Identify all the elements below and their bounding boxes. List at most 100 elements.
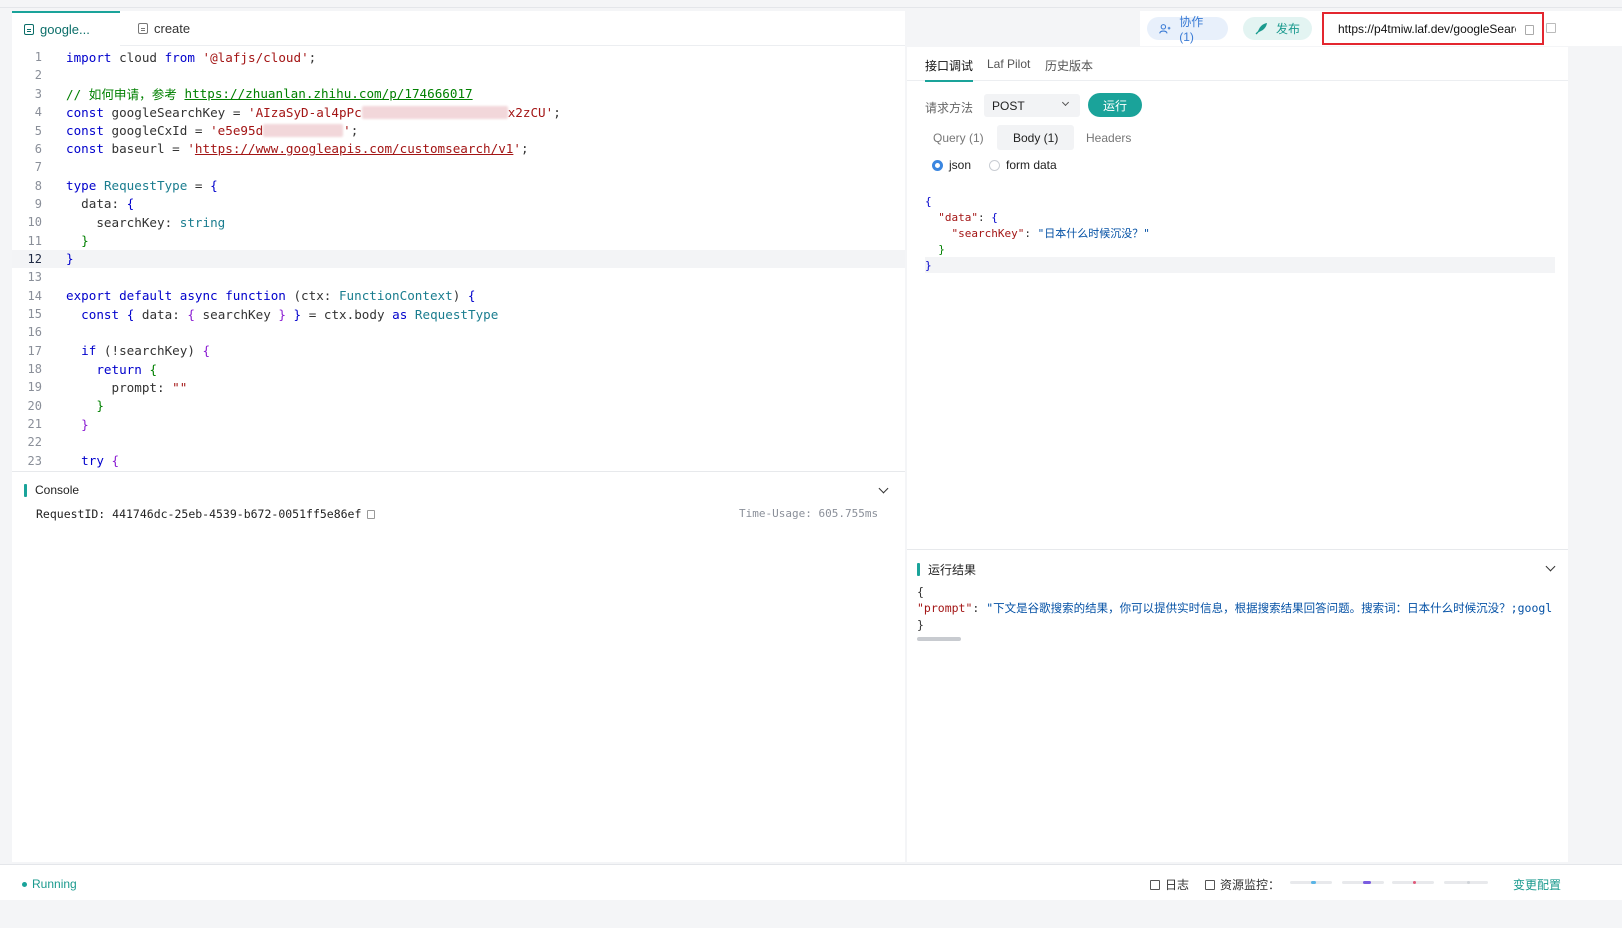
copy-icon[interactable] <box>1525 25 1534 35</box>
code-token: '@lafjs/cloud' <box>202 49 309 65</box>
meter-fill <box>1413 881 1416 884</box>
log-icon <box>1150 879 1160 890</box>
code-token: 'AIzaSyD-al4pPc <box>247 104 362 120</box>
code-token: string <box>179 214 226 230</box>
code-line: 17 if (!searchKey) { <box>12 342 905 360</box>
accent-bar <box>24 483 27 497</box>
code-line: 20 } <box>12 397 905 415</box>
run-result-panel: 运行结果 { "prompt": "下文是谷歌搜索的结果，你可以提供实时信息，根… <box>907 549 1568 862</box>
publish-button[interactable]: 发布 <box>1243 17 1312 40</box>
line-number: 16 <box>27 325 42 340</box>
code-token: // 如何申请，参考 <box>66 87 185 103</box>
code-token: ' <box>343 123 351 139</box>
copy-icon[interactable] <box>367 509 376 519</box>
line-number: 6 <box>34 141 42 156</box>
code-token: type <box>66 178 97 194</box>
code-token: export default async function <box>66 288 286 304</box>
code-token: { <box>149 361 158 377</box>
code-line: 4 const googleSearchKey = 'AIzaSyD-al4pPc… <box>12 103 905 121</box>
chevron-down-icon[interactable] <box>878 483 889 494</box>
status-dot <box>22 881 27 887</box>
code-line: 2 <box>12 66 905 84</box>
tab-google-search[interactable]: google... <box>12 11 120 46</box>
code-token: https://zhuanlan.zhihu.com/p/174666017 <box>184 86 473 102</box>
code-token: ' <box>187 141 195 157</box>
json-value: "日本什么时候沉没？" <box>1037 227 1150 240</box>
meter-fill <box>1467 881 1470 884</box>
code-line: 9 data: { <box>12 195 905 213</box>
code-editor[interactable]: 1 import cloud from '@lafjs/cloud'; 2 3// 如… <box>12 47 905 469</box>
code-token: data: <box>134 306 188 322</box>
monitor-icon <box>1205 879 1215 890</box>
json-key: "prompt" <box>917 601 973 615</box>
change-config-button[interactable]: 变更配置 <box>1513 876 1561 893</box>
body-type-form-data[interactable]: form data <box>989 158 1057 172</box>
tab-history[interactable]: 历史版本 <box>1045 57 1093 74</box>
code-token: 'e5e95d <box>210 123 264 139</box>
monitor-label: 资源监控： <box>1220 878 1281 892</box>
collaborate-button[interactable]: 协作 (1) <box>1147 15 1228 44</box>
code-line: 22 <box>12 433 905 451</box>
line-number: 18 <box>27 362 42 377</box>
code-token: (!searchKey) <box>96 343 203 359</box>
code-token: RequestType <box>414 306 499 322</box>
tab-create[interactable]: create <box>126 11 202 46</box>
method-value: POST <box>992 98 1025 113</box>
line-number: 10 <box>27 215 42 230</box>
edit-icon[interactable] <box>1546 23 1556 33</box>
line-number: 14 <box>27 288 42 303</box>
code-line: 11 } <box>12 232 905 250</box>
tab-laf-pilot[interactable]: Laf Pilot <box>987 57 1030 71</box>
editor-panel: google... create 1 import cloud from '@la… <box>12 11 905 862</box>
function-url[interactable]: https://p4tmiw.laf.dev/googleSearch <box>1322 12 1544 45</box>
method-select[interactable]: POST <box>984 94 1080 117</box>
tab-label: google... <box>40 22 90 37</box>
debug-tabs: 接口调试 Laf Pilot 历史版本 <box>907 47 1568 82</box>
body-type-json[interactable]: json <box>932 158 971 172</box>
code-token: googleSearchKey = <box>103 104 248 120</box>
line-number: 11 <box>27 233 42 248</box>
tab-api-debug[interactable]: 接口调试 <box>925 57 974 82</box>
header-actions: 协作 (1) 发布 https://p4tmiw.laf.dev/googleS… <box>1140 11 1622 46</box>
result-title: 运行结果 <box>917 561 976 578</box>
code-line: 7 <box>12 158 905 176</box>
line-number: 17 <box>27 343 42 358</box>
code-token: { <box>126 196 135 212</box>
json-key: "searchKey" <box>951 226 1025 240</box>
run-button[interactable]: 运行 <box>1088 93 1142 117</box>
code-token: prompt: <box>66 379 173 395</box>
chevron-down-icon[interactable] <box>1545 561 1556 572</box>
code-token: try <box>81 453 104 469</box>
function-url-text: https://p4tmiw.laf.dev/googleSearch <box>1338 21 1516 36</box>
line-number: 13 <box>27 270 42 285</box>
line-number: 15 <box>27 307 42 322</box>
line-number: 23 <box>27 453 42 468</box>
radio-unchecked[interactable] <box>989 159 1000 171</box>
code-token: ; <box>308 49 317 65</box>
accent-bar <box>917 563 920 576</box>
log-button[interactable]: 日志 <box>1150 876 1189 893</box>
code-token: } <box>81 416 89 432</box>
line-number: 22 <box>27 435 42 450</box>
resource-monitor[interactable]: 资源监控： <box>1205 876 1280 893</box>
code-line: 10 searchKey: string <box>12 213 905 231</box>
json-brace: } <box>938 242 945 256</box>
subtab-headers[interactable]: Headers <box>1070 125 1147 150</box>
body-json-editor[interactable]: { "data": { "searchKey": "日本什么时候沉没？" } } <box>925 193 1555 273</box>
code-line: 15 const { data: { searchKey } } = ctx.b… <box>12 305 905 323</box>
debug-panel: 接口调试 Laf Pilot 历史版本 请求方法 POST 运行 Query (… <box>907 47 1568 862</box>
code-token: } <box>81 233 89 249</box>
radio-checked[interactable] <box>932 159 943 171</box>
code-token: FunctionContext <box>338 288 453 304</box>
redacted-text <box>263 124 344 138</box>
meter-fill <box>1311 881 1317 884</box>
code-token: { <box>187 306 195 322</box>
json-value: "下文是谷歌搜索的结果，你可以提供实时信息，根据搜索结果回答问题。搜索词：日本什… <box>986 601 1553 615</box>
horizontal-scrollbar[interactable] <box>917 637 961 641</box>
subtab-query[interactable]: Query (1) <box>917 125 1000 150</box>
subtab-body[interactable]: Body (1) <box>997 125 1075 150</box>
